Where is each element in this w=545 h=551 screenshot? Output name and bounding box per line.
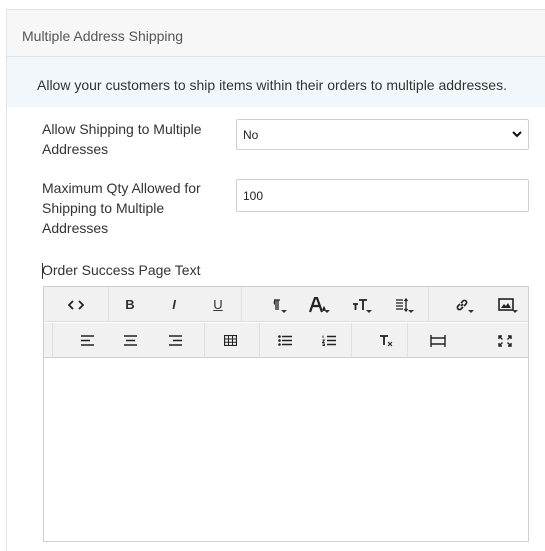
panel-title: Multiple Address Shipping [22, 28, 184, 44]
text-cursor [42, 263, 43, 279]
info-text: Allow your customers to ship items withi… [37, 77, 507, 93]
bulleted-list-icon[interactable] [267, 323, 303, 358]
panel-header: Multiple Address Shipping [7, 10, 545, 57]
toolbar-divider [259, 323, 260, 358]
toolbar-divider [407, 323, 408, 358]
success-text-label: Order Success Page Text [42, 262, 201, 278]
link-icon[interactable] [444, 287, 480, 322]
font-color-icon[interactable] [300, 287, 336, 322]
multiple-address-shipping-panel: Multiple Address Shipping Allow your cus… [6, 9, 545, 551]
align-right-icon[interactable] [157, 323, 193, 358]
allow-multiple-select[interactable]: No [236, 119, 529, 150]
font-size-icon[interactable] [342, 287, 378, 322]
code-view-icon[interactable] [58, 287, 94, 322]
toolbar-divider [428, 287, 429, 322]
toolbar-divider [351, 323, 352, 358]
info-bar: Allow your customers to ship items withi… [7, 57, 545, 107]
horizontal-rule-icon[interactable] [420, 323, 456, 358]
max-qty-value: 100 [243, 189, 264, 203]
max-qty-input[interactable]: 100 [236, 179, 529, 212]
allow-multiple-value: No [243, 128, 259, 142]
rich-text-editor[interactable]: B I U [43, 286, 529, 542]
toolbar-divider [52, 323, 53, 358]
allow-multiple-label: Allow Shipping to Multiple Addresses [42, 121, 202, 157]
fullscreen-icon[interactable] [487, 323, 523, 358]
image-icon[interactable] [488, 287, 524, 322]
editor-toolbar-row-1: B I U [44, 287, 528, 322]
clear-formatting-icon[interactable] [368, 323, 404, 358]
editor-toolbar-row-2 [44, 323, 528, 358]
line-height-icon[interactable] [384, 287, 420, 322]
align-left-icon[interactable] [69, 323, 105, 358]
table-icon[interactable] [212, 323, 248, 358]
editor-content-area[interactable] [44, 359, 528, 541]
numbered-list-icon[interactable] [311, 323, 347, 358]
max-qty-label: Maximum Qty Allowed for Shipping to Mult… [42, 180, 201, 236]
underline-button[interactable]: U [200, 287, 236, 322]
toolbar-divider [204, 323, 205, 358]
paragraph-style-icon[interactable] [257, 287, 293, 322]
chevron-down-icon [512, 131, 522, 138]
italic-button[interactable]: I [156, 287, 192, 322]
bold-button[interactable]: B [112, 287, 148, 322]
align-center-icon[interactable] [112, 323, 148, 358]
toolbar-divider [241, 287, 242, 322]
toolbar-divider [108, 287, 109, 322]
